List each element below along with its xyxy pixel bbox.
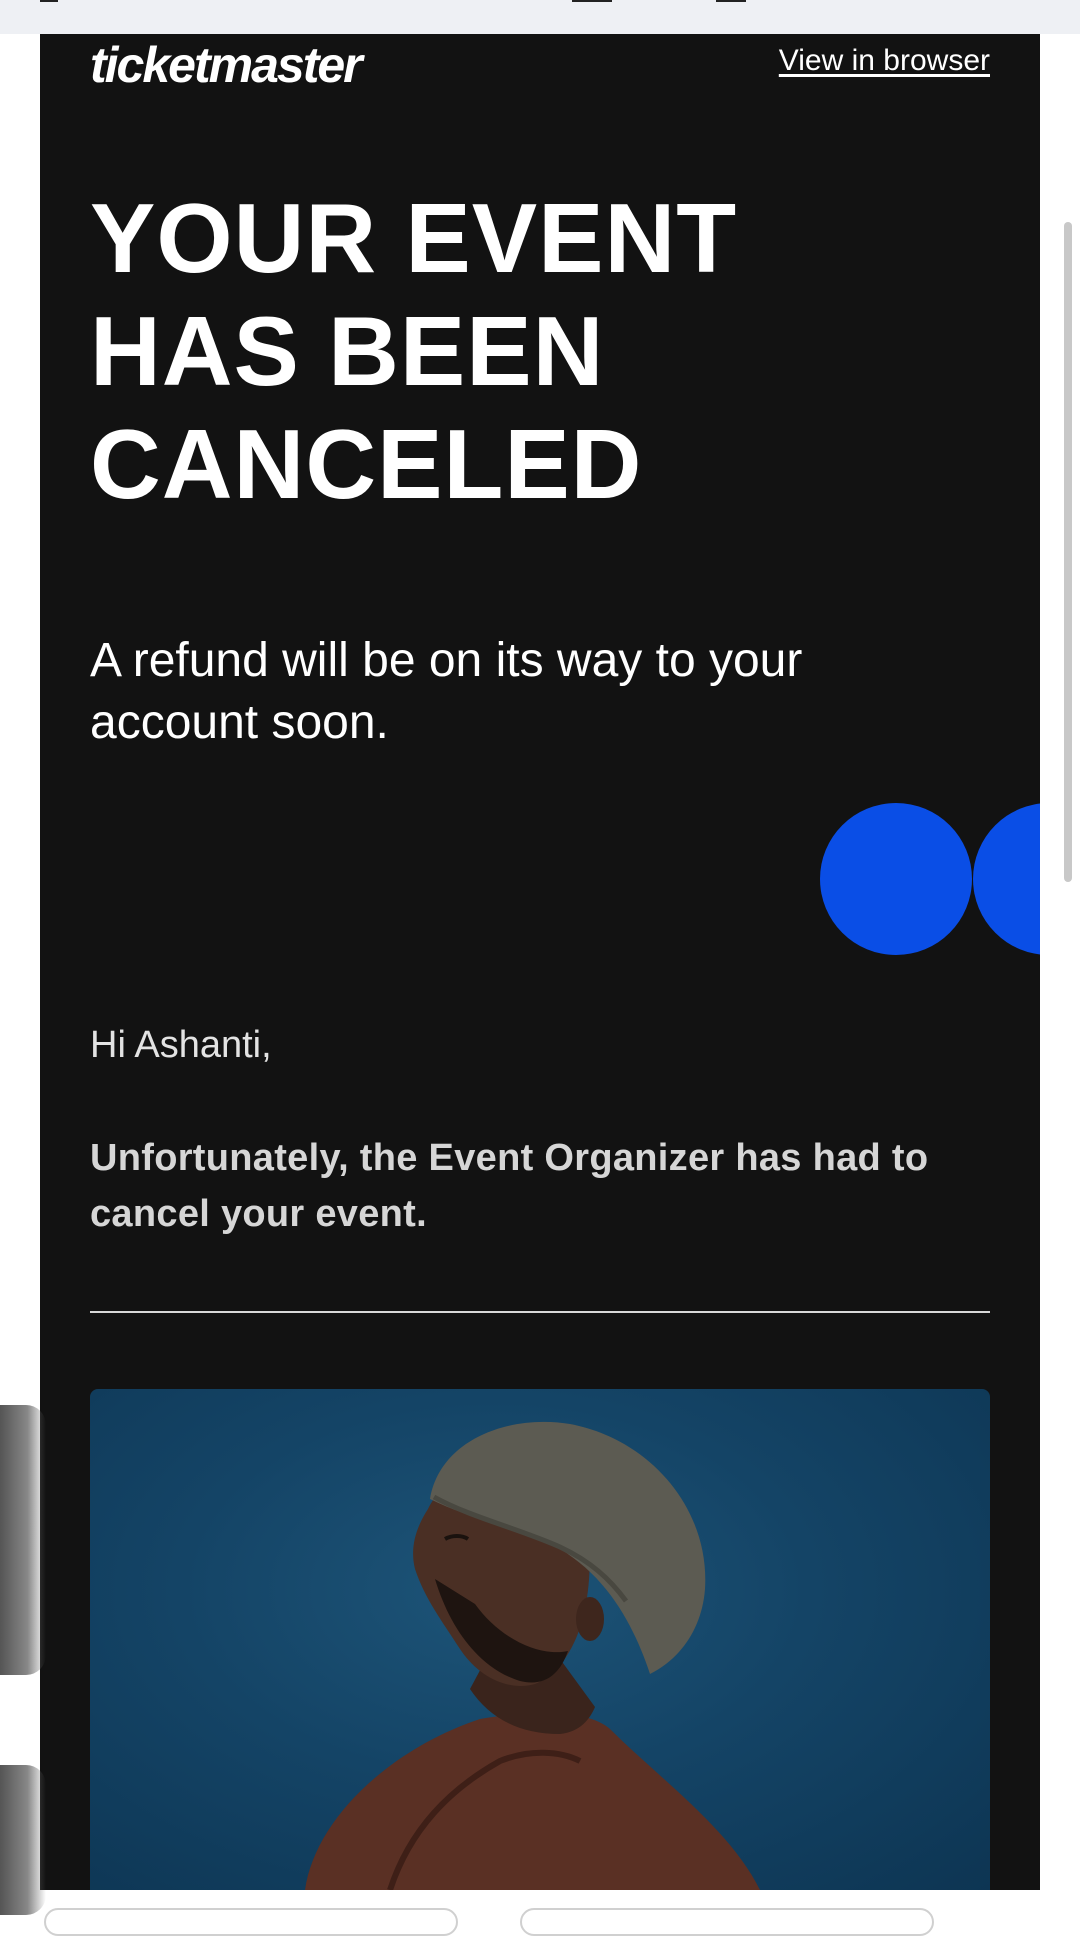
artist-photo	[90, 1389, 990, 1890]
back-chevron-icon[interactable]	[40, 0, 58, 2]
browser-top-bar	[0, 0, 1080, 34]
ticketmaster-logo: ticketmaster	[90, 37, 363, 93]
decorative-blue-circle	[820, 803, 972, 955]
page-title: YOUR EVENT HAS BEEN CANCELED	[90, 183, 738, 519]
greeting-text: Hi Ashanti,	[90, 1024, 272, 1066]
scrollbar[interactable]	[1064, 222, 1072, 882]
view-in-browser-link[interactable]: View in browser	[779, 44, 990, 78]
cancellation-notice: Unfortunately, the Event Organizer has h…	[90, 1137, 929, 1235]
toolbar-icon[interactable]	[572, 0, 612, 2]
decorative-blue-circle	[973, 803, 1040, 955]
artist-photo-icon	[305, 1421, 760, 1890]
email-body: ticketmaster View in browser YOUR EVENT …	[40, 34, 1040, 1890]
bottom-toolbar-button[interactable]	[520, 1908, 934, 1936]
section-divider	[90, 1311, 990, 1313]
finger-overlay	[0, 1405, 46, 1675]
bottom-toolbar-button[interactable]	[44, 1908, 458, 1936]
finger-overlay	[0, 1765, 46, 1915]
toolbar-icon[interactable]	[716, 0, 746, 2]
refund-message: A refund will be on its way to your acco…	[90, 634, 803, 749]
